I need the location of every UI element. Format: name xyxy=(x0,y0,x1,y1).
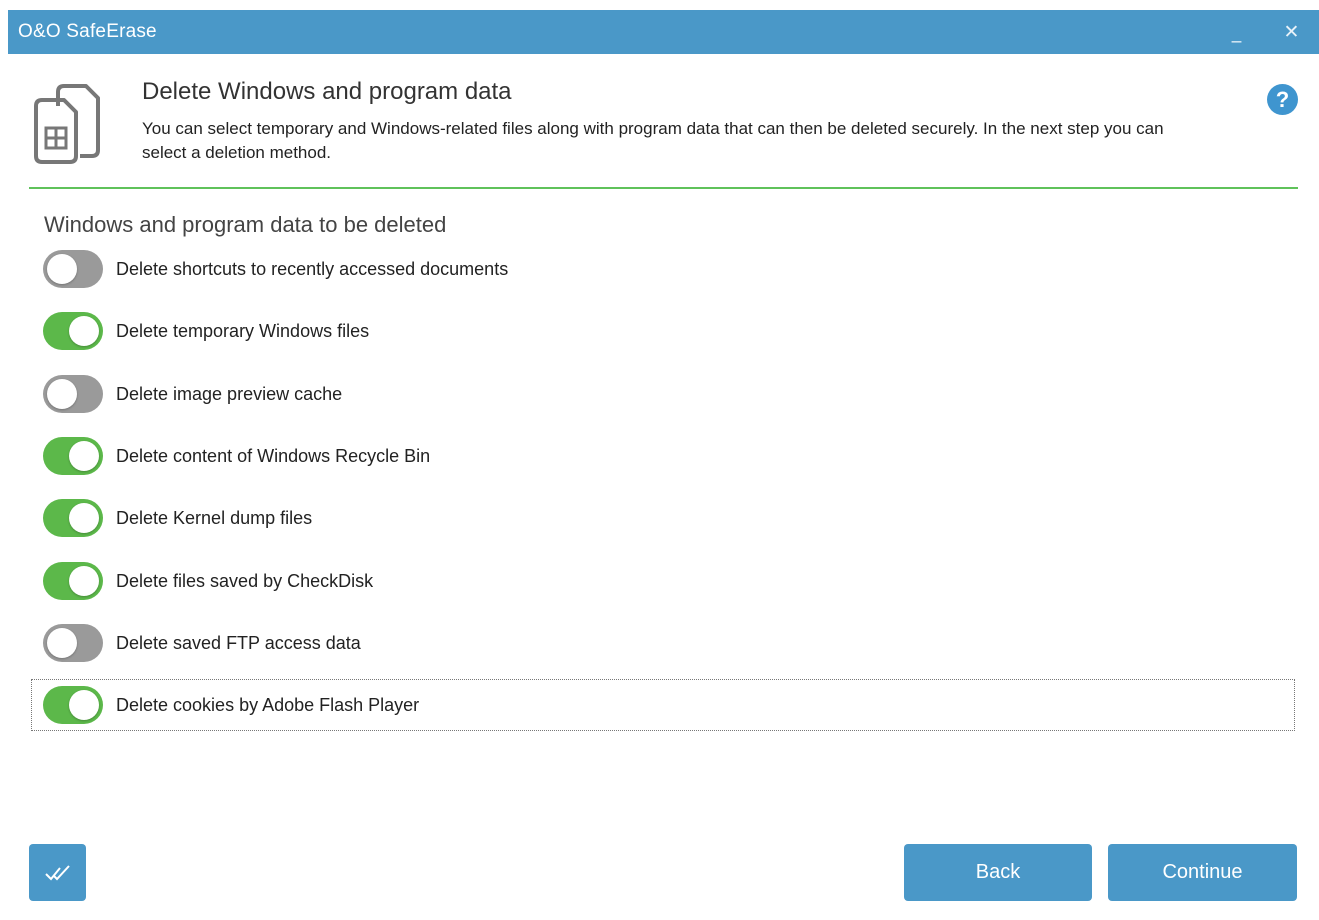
option-row[interactable]: Delete Kernel dump files xyxy=(32,493,1294,543)
toggle-knob xyxy=(69,566,99,596)
double-check-icon xyxy=(44,864,70,880)
window-controls: _ ✕ xyxy=(1209,10,1319,54)
toggle-knob xyxy=(69,503,99,533)
page-description: You can select temporary and Windows-rel… xyxy=(142,119,1164,162)
help-button[interactable]: ? xyxy=(1267,84,1298,115)
toggle-knob xyxy=(69,316,99,346)
option-label: Delete image preview cache xyxy=(116,383,343,404)
option-label: Delete files saved by CheckDisk xyxy=(116,570,374,591)
toggle-switch[interactable] xyxy=(43,312,103,350)
section-title: Windows and program data to be deleted xyxy=(44,212,447,237)
close-button[interactable]: ✕ xyxy=(1264,10,1319,54)
app-window: O&O SafeErase _ ✕ Delete Windows and pro… xyxy=(8,10,1319,920)
toggle-switch[interactable] xyxy=(43,375,103,413)
title-bar[interactable]: O&O SafeErase _ ✕ xyxy=(8,10,1319,54)
option-row[interactable]: Delete temporary Windows files xyxy=(32,306,1294,356)
toggle-knob xyxy=(47,628,77,658)
option-label: Delete shortcuts to recently accessed do… xyxy=(116,258,509,279)
toggle-switch[interactable] xyxy=(43,250,103,288)
page-title: Delete Windows and program data xyxy=(142,78,512,105)
app-title: O&O SafeErase xyxy=(18,21,157,42)
minimize-button[interactable]: _ xyxy=(1209,10,1264,54)
option-row[interactable]: Delete image preview cache xyxy=(32,369,1294,419)
option-label: Delete temporary Windows files xyxy=(116,320,370,341)
toggle-knob xyxy=(69,690,99,720)
option-label: Delete Kernel dump files xyxy=(116,507,313,528)
header-divider xyxy=(29,187,1298,189)
windows-files-icon xyxy=(34,84,100,164)
toggle-switch[interactable] xyxy=(43,437,103,475)
toggle-switch[interactable] xyxy=(43,686,103,724)
toggle-knob xyxy=(47,254,77,284)
continue-button[interactable]: Continue xyxy=(1108,844,1297,901)
select-all-button[interactable] xyxy=(29,844,86,901)
toggle-switch[interactable] xyxy=(43,624,103,662)
back-button[interactable]: Back xyxy=(904,844,1092,901)
option-row[interactable]: Delete files saved by CheckDisk xyxy=(32,556,1294,606)
option-label: Delete cookies by Adobe Flash Player xyxy=(116,694,420,715)
option-label: Delete content of Windows Recycle Bin xyxy=(116,445,431,466)
toggle-switch[interactable] xyxy=(43,499,103,537)
option-row[interactable]: Delete saved FTP access data xyxy=(32,618,1294,668)
option-row[interactable]: Delete shortcuts to recently accessed do… xyxy=(32,244,1294,294)
option-row[interactable]: Delete content of Windows Recycle Bin xyxy=(32,431,1294,481)
option-label: Delete saved FTP access data xyxy=(116,632,361,653)
toggle-knob xyxy=(47,379,77,409)
toggle-knob xyxy=(69,441,99,471)
toggle-switch[interactable] xyxy=(43,562,103,600)
option-row[interactable]: Delete cookies by Adobe Flash Player xyxy=(31,679,1295,731)
